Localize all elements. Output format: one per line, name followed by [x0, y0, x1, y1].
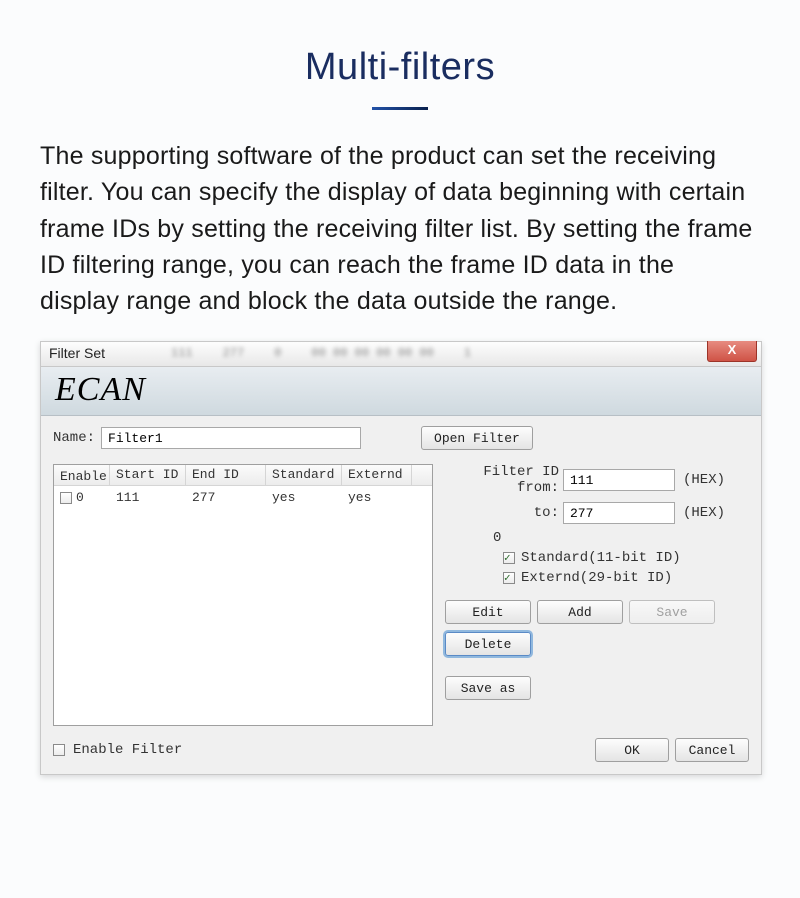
- delete-button[interactable]: Delete: [445, 632, 531, 656]
- enable-filter-checkbox[interactable]: [53, 744, 65, 756]
- close-button[interactable]: X: [707, 341, 757, 362]
- heading-underline: [372, 107, 428, 110]
- save-button[interactable]: Save: [629, 600, 715, 624]
- name-input[interactable]: [101, 427, 361, 449]
- blurred-background-text: 111277000 00 00 00 00 001: [171, 346, 701, 358]
- filter-set-dialog: Filter Set 111277000 00 00 00 00 001 X E…: [40, 341, 762, 775]
- open-filter-button[interactable]: Open Filter: [421, 426, 533, 450]
- grid-header: Enable Start ID End ID Standard Externd: [54, 465, 432, 486]
- row-end-id: 277: [186, 490, 266, 505]
- col-header-standard: Standard: [266, 465, 342, 485]
- cancel-button[interactable]: Cancel: [675, 738, 749, 762]
- filter-edit-panel: Filter ID from: (HEX) to: (HEX) 0 Standa…: [445, 464, 749, 726]
- table-row[interactable]: 0 111 277 yes yes: [54, 486, 432, 505]
- col-header-end-id: End ID: [186, 465, 266, 485]
- externd-checkbox-label: Externd(29-bit ID): [521, 570, 672, 586]
- col-header-externd: Externd: [342, 465, 412, 485]
- externd-checkbox[interactable]: [503, 572, 515, 584]
- ecan-logo: ECAN: [55, 371, 747, 409]
- col-header-enable: Enable: [54, 465, 110, 485]
- page-heading: Multi-filters: [0, 0, 800, 89]
- hex-suffix-from: (HEX): [683, 472, 725, 488]
- banner: ECAN: [41, 367, 761, 416]
- description-text: The supporting software of the product c…: [40, 138, 760, 319]
- filter-to-input[interactable]: [563, 502, 675, 524]
- ok-button[interactable]: OK: [595, 738, 669, 762]
- row-enable-checkbox[interactable]: [60, 492, 72, 504]
- dialog-title: Filter Set: [49, 345, 105, 361]
- filter-from-label: Filter ID from:: [445, 464, 559, 496]
- row-standard: yes: [266, 490, 342, 505]
- index-line: 0: [493, 530, 749, 546]
- hex-suffix-to: (HEX): [683, 505, 725, 521]
- filter-to-label: to:: [445, 505, 559, 521]
- row-index: 0: [76, 490, 84, 505]
- name-label: Name:: [53, 430, 95, 446]
- add-button[interactable]: Add: [537, 600, 623, 624]
- filter-grid[interactable]: Enable Start ID End ID Standard Externd …: [53, 464, 433, 726]
- row-start-id: 111: [110, 490, 186, 505]
- titlebar: Filter Set 111277000 00 00 00 00 001 X: [41, 342, 761, 367]
- standard-checkbox[interactable]: [503, 552, 515, 564]
- enable-filter-label: Enable Filter: [73, 742, 182, 758]
- standard-checkbox-label: Standard(11-bit ID): [521, 550, 681, 566]
- col-header-start-id: Start ID: [110, 465, 186, 485]
- filter-from-input[interactable]: [563, 469, 675, 491]
- row-externd: yes: [342, 490, 412, 505]
- close-icon: X: [728, 342, 737, 357]
- save-as-button[interactable]: Save as: [445, 676, 531, 700]
- edit-button[interactable]: Edit: [445, 600, 531, 624]
